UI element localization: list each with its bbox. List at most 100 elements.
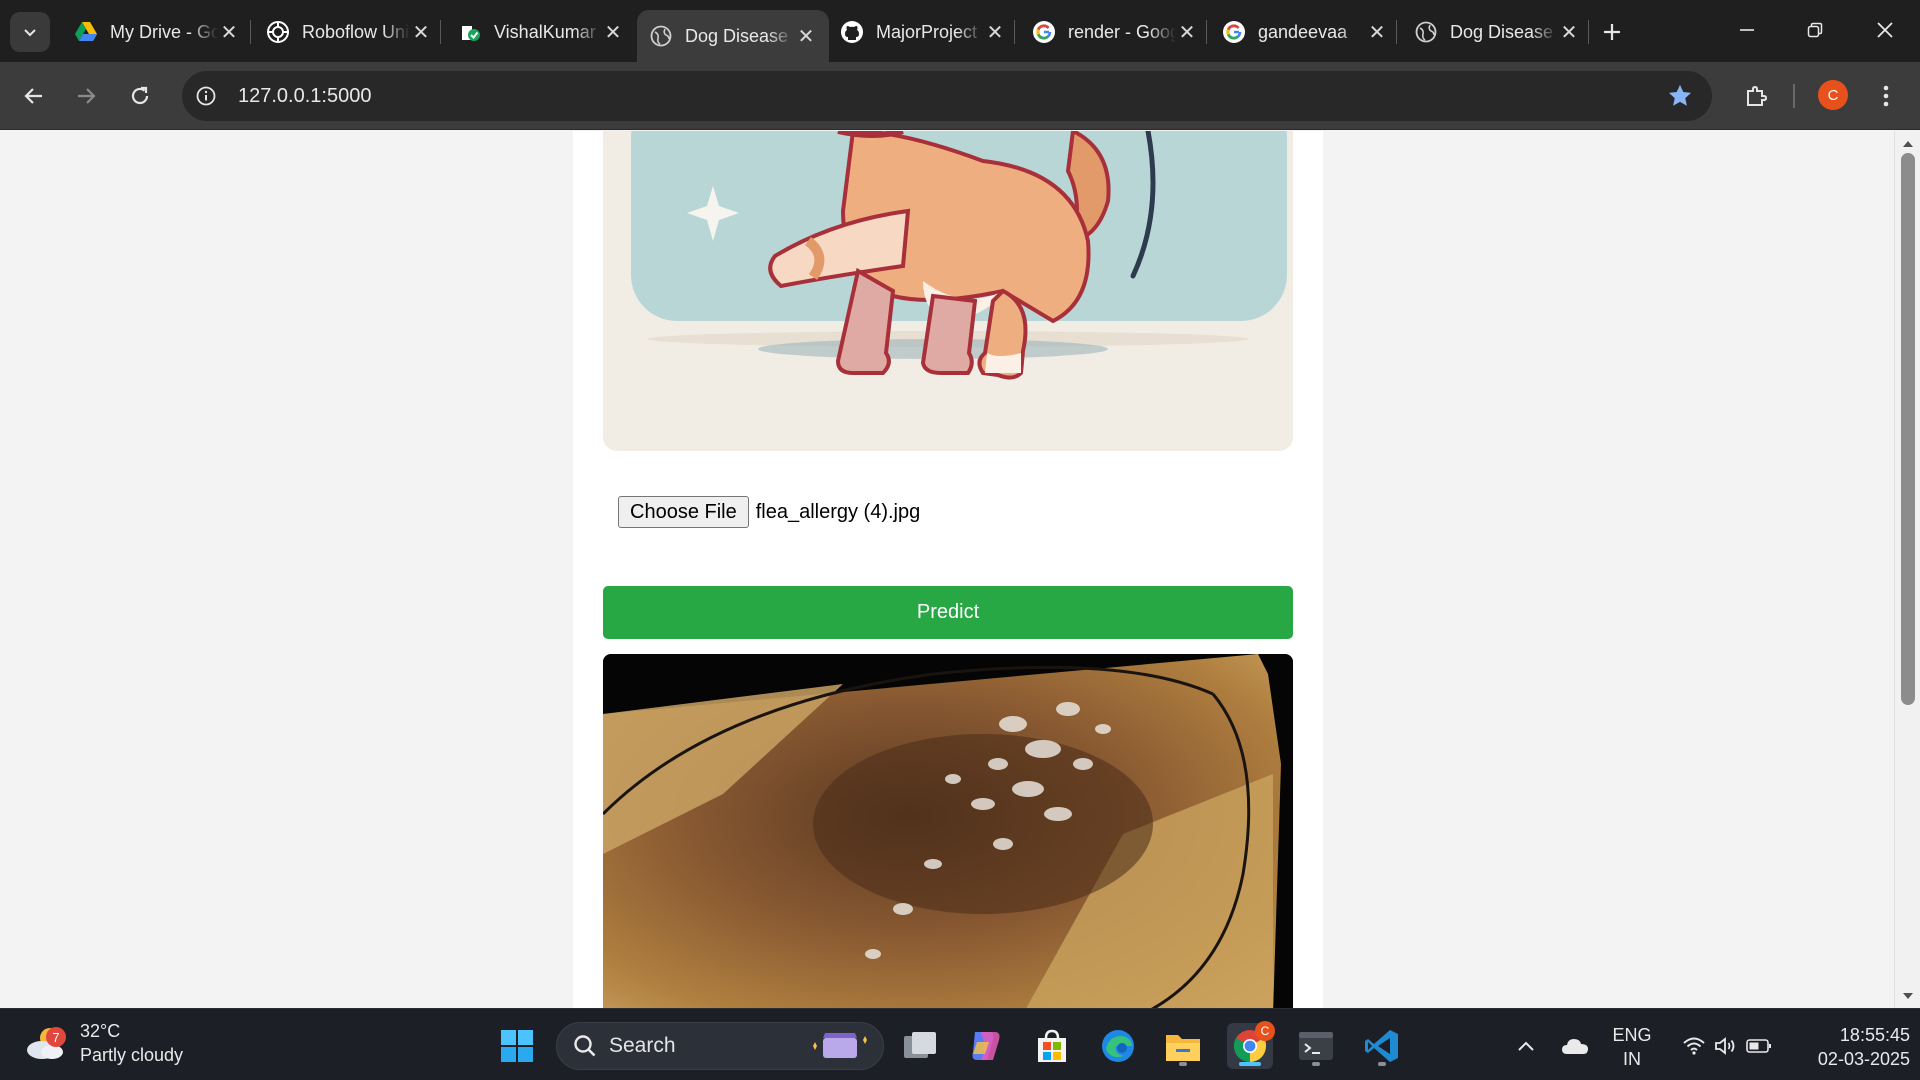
cloud-icon [1562, 1039, 1588, 1054]
tab-dog-disease[interactable]: Dog Disease ✕ [1402, 10, 1592, 54]
edge-icon [1102, 1030, 1134, 1062]
tab-dog-disease-active[interactable]: Dog Disease ✕ [637, 10, 829, 62]
tab-search-button[interactable] [10, 12, 50, 52]
show-hidden-icons-button[interactable] [1503, 1023, 1549, 1069]
reload-button[interactable] [118, 74, 162, 118]
chrome-button[interactable]: C [1227, 1021, 1275, 1069]
scroll-up-icon[interactable] [1902, 139, 1914, 149]
address-bar[interactable]: 127.0.0.1:5000 [182, 71, 1712, 121]
search-icon [574, 1035, 596, 1057]
hero-illustration [603, 131, 1293, 451]
url-text[interactable]: 127.0.0.1:5000 [238, 85, 371, 108]
copilot-button[interactable] [962, 1023, 1008, 1069]
taskbar: 7 32°C Partly cloudy Search C ENG IN 18:… [0, 1008, 1920, 1080]
tab-title: MajorProject [876, 21, 978, 42]
quick-settings-button[interactable] [1667, 1023, 1787, 1069]
language-code: ENG [1612, 1025, 1652, 1045]
volume-icon [1715, 1037, 1735, 1055]
tab-separator [440, 20, 441, 44]
task-view-button[interactable] [897, 1023, 943, 1069]
running-indicator [1378, 1062, 1386, 1066]
close-icon[interactable]: ✕ [795, 25, 817, 48]
scrollbar-thumb[interactable] [1901, 153, 1915, 705]
globe-icon [649, 24, 673, 48]
browser-toolbar: 127.0.0.1:5000 C [0, 62, 1920, 130]
extensions-button[interactable] [1735, 75, 1777, 117]
close-icon[interactable]: ✕ [984, 21, 1006, 44]
tab-separator [1014, 20, 1015, 44]
terminal-button[interactable] [1293, 1023, 1339, 1069]
clock-date: 02-03-2025 [1817, 1049, 1910, 1069]
region-code: IN [1623, 1049, 1641, 1069]
weather-text: 32°C Partly cloudy [80, 1019, 183, 1067]
choose-file-button[interactable]: Choose File [618, 496, 749, 528]
onedrive-button[interactable] [1552, 1023, 1598, 1069]
tab-title: Dog Disease [1450, 21, 1554, 42]
tab-my-drive[interactable]: My Drive - Google Drive ✕ [62, 10, 252, 54]
close-icon[interactable]: ✕ [410, 21, 432, 44]
close-icon[interactable]: ✕ [1176, 21, 1198, 44]
weather-widget[interactable]: 7 32°C Partly cloudy [24, 1019, 183, 1067]
roboflow-icon [266, 20, 290, 44]
github-icon [840, 20, 864, 44]
clock[interactable]: 18:55:45 02-03-2025 [1790, 1023, 1910, 1071]
minimize-icon [1740, 29, 1754, 31]
new-tab-button[interactable] [1592, 12, 1632, 52]
globe-icon [1414, 20, 1438, 44]
vscode-button[interactable] [1359, 1023, 1405, 1069]
folder-icon [1166, 1035, 1200, 1061]
google-icon [1222, 20, 1246, 44]
profile-avatar[interactable]: C [1818, 80, 1848, 110]
tab-title: My Drive - Google Drive [110, 21, 218, 42]
bookmark-star-icon[interactable] [1666, 82, 1694, 110]
site-info-icon[interactable] [186, 76, 226, 116]
page-scrollbar[interactable] [1894, 131, 1920, 1008]
close-window-button[interactable] [1860, 8, 1910, 52]
tab-majorproject[interactable]: MajorProject ✕ [828, 10, 1018, 54]
tab-render-search[interactable]: render - Google Search ✕ [1020, 10, 1210, 54]
content-card: Choose File flea_allergy (4).jpg Predict [573, 131, 1323, 1008]
close-icon[interactable]: ✕ [1366, 21, 1388, 44]
edge-button[interactable] [1095, 1023, 1141, 1069]
close-icon [1877, 22, 1893, 38]
tab-roboflow[interactable]: Roboflow Universe ✕ [254, 10, 444, 54]
chevron-down-icon [24, 29, 36, 37]
restore-icon [1807, 22, 1823, 38]
language-indicator[interactable]: ENG IN [1606, 1023, 1658, 1071]
browser-menu-button[interactable] [1866, 74, 1906, 118]
tab-separator [1588, 20, 1589, 44]
chrome-profile-badge: C [1255, 1021, 1275, 1041]
close-icon[interactable]: ✕ [602, 21, 624, 44]
file-explorer-button[interactable] [1160, 1023, 1206, 1069]
close-icon[interactable]: ✕ [218, 21, 240, 44]
minimize-button[interactable] [1722, 8, 1772, 52]
taskbar-search[interactable]: Search [556, 1022, 884, 1070]
microsoft-store-button[interactable] [1029, 1023, 1075, 1069]
weather-alert-badge: 7 [46, 1027, 66, 1047]
terminal-icon [1299, 1032, 1333, 1060]
close-icon[interactable]: ✕ [1558, 21, 1580, 44]
tab-title: gandeevaa [1258, 21, 1348, 42]
predict-button[interactable]: Predict [603, 586, 1293, 639]
tab-separator [1206, 20, 1207, 44]
scroll-down-icon[interactable] [1902, 991, 1914, 1001]
google-drive-icon [74, 20, 98, 44]
copilot-icon [972, 1032, 1000, 1060]
tab-separator [1396, 20, 1397, 44]
search-label: Search [609, 1034, 676, 1057]
toolbar-separator [1793, 84, 1795, 108]
vscode-icon [1365, 1030, 1398, 1062]
tab-title: Dog Disease [685, 25, 789, 46]
restore-button[interactable] [1790, 8, 1840, 52]
tab-vishalkumar[interactable]: VishalKumar ✕ [446, 10, 636, 54]
start-button[interactable] [494, 1023, 540, 1069]
selected-file-name: flea_allergy (4).jpg [755, 500, 921, 523]
tab-gandeevaa[interactable]: gandeevaa ✕ [1210, 10, 1400, 54]
file-picker[interactable]: Choose File flea_allergy (4).jpg [618, 496, 920, 528]
task-view-icon [904, 1032, 936, 1058]
tab-title: Roboflow Universe [302, 21, 410, 42]
forward-button[interactable] [64, 74, 108, 118]
tab-title: VishalKumar [494, 21, 596, 42]
clock-time: 18:55:45 [1839, 1025, 1910, 1045]
back-button[interactable] [12, 74, 56, 118]
